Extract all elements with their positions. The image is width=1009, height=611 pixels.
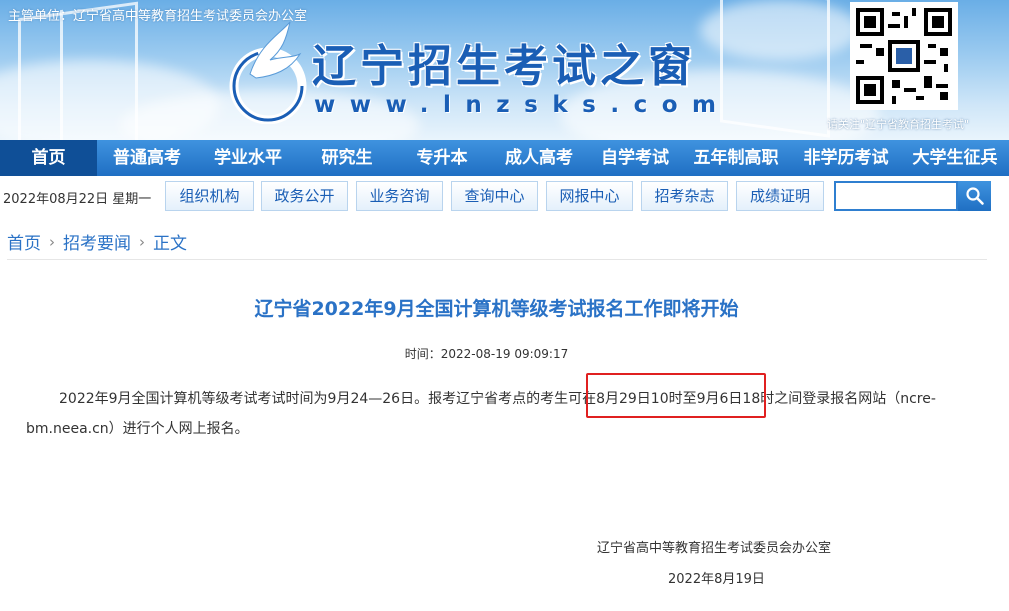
qr-caption: 请关注"辽宁省教育招生考试" bbox=[827, 118, 970, 131]
article-sign-date: 2022年8月19日 bbox=[668, 572, 765, 587]
nav-item-academic-level[interactable]: 学业水平 bbox=[197, 140, 299, 176]
breadcrumb-current: 正文 bbox=[153, 234, 187, 254]
qr-code-icon bbox=[850, 2, 958, 110]
divider bbox=[7, 259, 987, 260]
nav-item-conscription[interactable]: 大学生征兵 bbox=[901, 140, 1009, 176]
search-icon bbox=[965, 187, 984, 205]
sub-nav-organization[interactable]: 组织机构 bbox=[165, 181, 254, 211]
sub-nav-score-certificate[interactable]: 成绩证明 bbox=[736, 181, 824, 211]
search-button[interactable] bbox=[958, 181, 991, 211]
sub-nav-consultation[interactable]: 业务咨询 bbox=[356, 181, 443, 211]
article-title: 辽宁省2022年9月全国计算机等级考试报名工作即将开始 bbox=[254, 298, 739, 320]
article-signature: 辽宁省高中等教育招生考试委员会办公室 bbox=[597, 541, 832, 556]
article-time: 时间：2022-08-19 09:09:17 bbox=[404, 347, 569, 361]
sub-nav-government-affairs[interactable]: 政务公开 bbox=[261, 181, 348, 211]
nav-item-self-study[interactable]: 自学考试 bbox=[589, 140, 681, 176]
nav-item-vocational[interactable]: 五年制高职 bbox=[681, 140, 791, 176]
site-url: www.lnzsks.com bbox=[314, 92, 731, 118]
site-name: 辽宁招生考试之窗 bbox=[312, 41, 696, 92]
sub-nav-query-center[interactable]: 查询中心 bbox=[451, 181, 538, 211]
sub-nav: 2022年08月22日 星期一 组织机构 政务公开 业务咨询 查询中心 网报中心… bbox=[0, 176, 1009, 216]
nav-item-graduate[interactable]: 研究生 bbox=[299, 140, 395, 176]
nav-item-non-degree[interactable]: 非学历考试 bbox=[791, 140, 901, 176]
dove-logo-icon bbox=[229, 21, 307, 124]
highlight-box bbox=[586, 373, 766, 418]
chevron-right-icon: › bbox=[49, 232, 55, 251]
search-input[interactable] bbox=[834, 181, 958, 211]
breadcrumb-home[interactable]: 首页 bbox=[7, 229, 41, 254]
nav-item-upgrade[interactable]: 专升本 bbox=[395, 140, 489, 176]
sub-nav-registration-center[interactable]: 网报中心 bbox=[546, 181, 633, 211]
article-body: 2022年9月全国计算机等级考试考试时间为9月24—26日。报考辽宁省考点的考生… bbox=[26, 391, 936, 437]
nav-item-general-gaokao[interactable]: 普通高考 bbox=[97, 140, 197, 176]
current-date: 2022年08月22日 星期一 bbox=[3, 192, 152, 207]
sub-nav-magazine[interactable]: 招考杂志 bbox=[641, 181, 728, 211]
nav-item-adult-gaokao[interactable]: 成人高考 bbox=[489, 140, 589, 176]
main-nav: 首页 普通高考 学业水平 研究生 专升本 成人高考 自学考试 五年制高职 非学历… bbox=[0, 140, 1009, 176]
nav-item-home[interactable]: 首页 bbox=[0, 140, 97, 176]
breadcrumb: 首页 › 招考要闻 › 正文 bbox=[7, 229, 187, 255]
breadcrumb-news[interactable]: 招考要闻 bbox=[63, 229, 131, 254]
site-banner: 主管单位：辽宁省高中等教育招生考试委员会办公室 辽宁招生考试之窗 www.lnz… bbox=[0, 0, 1009, 140]
chevron-right-icon: › bbox=[139, 232, 145, 251]
